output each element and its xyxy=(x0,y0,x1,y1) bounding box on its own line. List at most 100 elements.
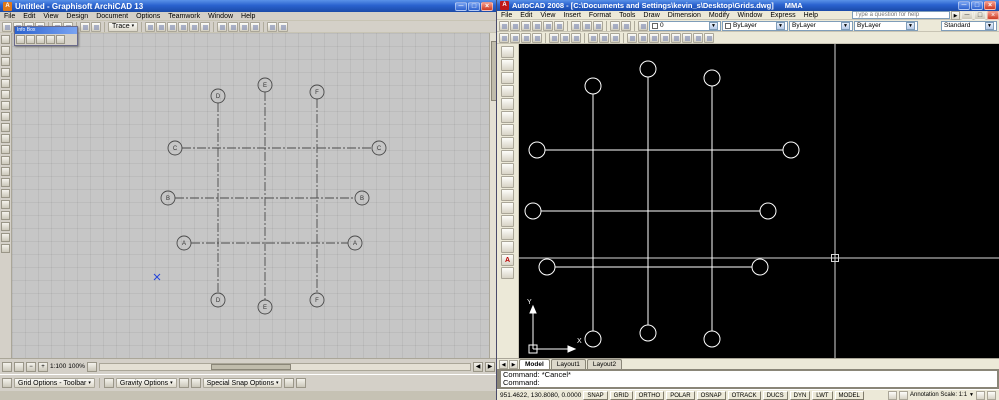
menu-draw[interactable]: Draw xyxy=(639,11,663,19)
grid-toggle[interactable]: GRID xyxy=(609,390,633,400)
polyline-icon[interactable] xyxy=(501,72,514,84)
menu-window[interactable]: Window xyxy=(204,12,237,20)
new-icon[interactable] xyxy=(2,21,12,32)
slab-tool-icon[interactable] xyxy=(200,21,211,32)
door-tool-icon[interactable] xyxy=(156,21,167,32)
tab-scroll-left-icon[interactable]: ◀ xyxy=(499,360,508,369)
menu-teamwork[interactable]: Teamwork xyxy=(164,12,204,20)
marquee-tool-icon[interactable] xyxy=(91,21,101,32)
menu-window[interactable]: Window xyxy=(733,11,766,19)
menu-modify[interactable]: Modify xyxy=(705,11,734,19)
menu-file[interactable]: File xyxy=(0,12,19,20)
zoom-previous-icon[interactable] xyxy=(532,32,542,43)
autocad-drawing-canvas[interactable]: Y X xyxy=(519,44,999,358)
chevron-down-icon[interactable]: ▼ xyxy=(985,21,994,30)
ellipse-icon[interactable] xyxy=(501,163,514,175)
pan-icon[interactable] xyxy=(499,32,509,43)
line-icon[interactable] xyxy=(501,46,514,58)
maximize-icon[interactable]: □ xyxy=(468,1,480,11)
linetype-combo[interactable]: ByLayer ▼ xyxy=(789,20,853,31)
construction-line-icon[interactable] xyxy=(501,59,514,71)
command-prompt-line[interactable]: Command: xyxy=(503,379,995,387)
zoom-out-icon[interactable]: − xyxy=(26,361,36,372)
toolbox-icon[interactable] xyxy=(1,123,10,132)
tracker-icon[interactable] xyxy=(296,378,307,388)
ducs-toggle[interactable]: DUCS xyxy=(762,390,788,400)
dimension-tool-icon[interactable] xyxy=(217,21,228,32)
hatch-icon[interactable] xyxy=(501,215,514,227)
menu-express[interactable]: Express xyxy=(766,11,799,19)
snap-toggle[interactable]: SNAP xyxy=(583,390,608,400)
scroll-left-icon[interactable]: ◀ xyxy=(473,361,483,372)
spline-icon[interactable] xyxy=(501,150,514,162)
dimension-icon[interactable] xyxy=(693,32,703,43)
render-icon[interactable] xyxy=(704,32,714,43)
scrollbar-thumb[interactable] xyxy=(210,363,291,370)
horizontal-scrollbar[interactable] xyxy=(98,362,471,371)
zoom-percent[interactable]: 100% xyxy=(68,363,85,370)
style-combo[interactable]: Standard ▼ xyxy=(941,20,997,31)
minimize-icon[interactable]: ─ xyxy=(958,1,970,10)
grid-options-dropdown[interactable]: Grid Options - Toolbar ▾ xyxy=(14,378,95,388)
infobox-tool-icon[interactable] xyxy=(36,35,45,44)
minimize-icon[interactable]: ─ xyxy=(455,1,467,11)
toolbox-icon[interactable] xyxy=(1,189,10,198)
table-icon[interactable] xyxy=(671,32,681,43)
dyn-toggle[interactable]: DYN xyxy=(789,390,811,400)
menu-document[interactable]: Document xyxy=(92,12,132,20)
zoom-realtime-icon[interactable] xyxy=(510,32,520,43)
polar-toggle[interactable]: POLAR xyxy=(666,390,695,400)
toolpalettes-icon[interactable] xyxy=(571,32,581,43)
zoom-window-icon[interactable] xyxy=(521,32,531,43)
line-tool-icon[interactable] xyxy=(250,21,261,32)
new-icon[interactable] xyxy=(499,20,509,31)
arrow-tool-icon[interactable] xyxy=(80,21,90,32)
wall-tool-icon[interactable] xyxy=(145,21,156,32)
model-toggle[interactable]: MODEL xyxy=(834,390,864,400)
gravity-icon[interactable] xyxy=(103,378,114,388)
menu-help[interactable]: Help xyxy=(800,11,822,19)
toolbox-icon[interactable] xyxy=(1,68,10,77)
tab-layout1[interactable]: Layout1 xyxy=(550,359,586,369)
toolbox-icon[interactable] xyxy=(1,244,10,253)
menu-file[interactable]: File xyxy=(497,11,516,19)
archicad-titlebar[interactable]: A Untitled - Graphisoft ArchiCAD 13 ─ □ … xyxy=(0,0,496,12)
text-tool-icon[interactable]: A xyxy=(501,254,514,266)
layer-properties-icon[interactable] xyxy=(638,20,648,31)
layers-icon[interactable] xyxy=(267,21,278,32)
menu-edit[interactable]: Edit xyxy=(19,12,39,20)
command-line-window[interactable]: Command: *Cancel* Command: xyxy=(497,369,999,389)
snap-point-icon[interactable] xyxy=(190,378,201,388)
plot-icon[interactable] xyxy=(532,20,542,31)
window-tool-icon[interactable] xyxy=(167,21,178,32)
menu-design[interactable]: Design xyxy=(62,12,92,20)
info-box-palette[interactable]: Info Box xyxy=(14,26,78,46)
trace-button[interactable]: Trace ▾ xyxy=(108,21,139,32)
toolbox-icon[interactable] xyxy=(1,57,10,66)
column-tool-icon[interactable] xyxy=(178,21,189,32)
toolbox-icon[interactable] xyxy=(1,167,10,176)
toolbox-icon[interactable] xyxy=(1,112,10,121)
chevron-down-icon[interactable]: ▼ xyxy=(969,392,974,398)
revision-cloud-icon[interactable] xyxy=(501,137,514,149)
cut-icon[interactable] xyxy=(571,20,581,31)
archicad-drawing-canvas[interactable]: D E F D E F C B A C B A xyxy=(12,33,489,358)
toolbar-lock-icon[interactable] xyxy=(976,390,985,400)
maximize-icon[interactable]: □ xyxy=(971,1,983,10)
tab-model[interactable]: Model xyxy=(519,359,550,369)
insert-block-icon[interactable] xyxy=(501,176,514,188)
color-combo[interactable]: ByLayer ▼ xyxy=(722,20,788,31)
toolbox-icon[interactable] xyxy=(1,145,10,154)
redo-icon[interactable] xyxy=(621,20,631,31)
menu-view[interactable]: View xyxy=(39,12,62,20)
cleanscreen-icon[interactable] xyxy=(987,390,996,400)
properties-icon[interactable] xyxy=(549,32,559,43)
preview-icon[interactable] xyxy=(543,20,553,31)
chevron-down-icon[interactable]: ▼ xyxy=(906,21,915,30)
lineweight-combo[interactable]: ByLayer ▼ xyxy=(854,20,918,31)
ortho-toggle[interactable]: ORTHO xyxy=(634,390,665,400)
chevron-down-icon[interactable]: ▼ xyxy=(776,21,785,30)
toolbox-icon[interactable] xyxy=(1,156,10,165)
designcenter-icon[interactable] xyxy=(560,32,570,43)
autocad-titlebar[interactable]: A AutoCAD 2008 - [C:\Documents and Setti… xyxy=(497,0,999,11)
